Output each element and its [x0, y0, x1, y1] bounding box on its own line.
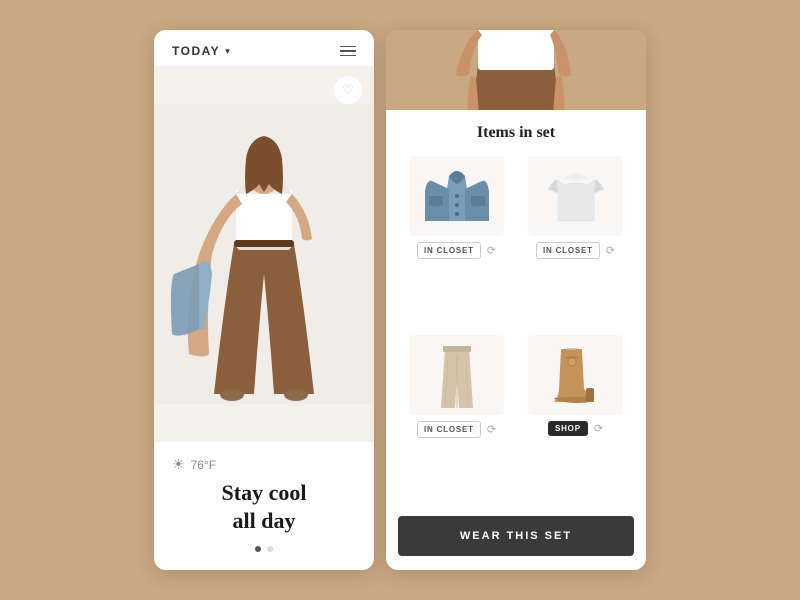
weather-icon: ☀ — [172, 456, 185, 473]
item-card-jacket: IN CLOSET ⟳ — [402, 156, 511, 325]
left-panel: TODAY ▾ — [154, 30, 374, 570]
today-section[interactable]: TODAY ▾ — [172, 44, 230, 58]
boots-image — [528, 335, 623, 415]
right-panel: Items in set — [386, 30, 646, 570]
boots-svg — [536, 340, 616, 410]
boots-actions: SHOP ⟳ — [548, 421, 603, 436]
tshirt-actions: IN CLOSET ⟳ — [536, 242, 615, 259]
item-card-boots: SHOP ⟳ — [521, 335, 630, 504]
right-top-image — [386, 30, 646, 110]
dots-row — [172, 546, 356, 552]
tshirt-svg — [536, 161, 616, 231]
boots-swap-icon[interactable]: ⟳ — [594, 422, 603, 435]
dot-1[interactable] — [255, 546, 261, 552]
model-figure — [154, 66, 374, 442]
item-card-tshirt: IN CLOSET ⟳ — [521, 156, 630, 325]
left-header: TODAY ▾ — [154, 30, 374, 66]
tshirt-image — [528, 156, 623, 236]
pants-in-closet-btn[interactable]: IN CLOSET — [417, 421, 481, 438]
jacket-svg — [417, 161, 497, 231]
items-title: Items in set — [402, 124, 630, 142]
weather-row: ☀ 76°F — [172, 456, 356, 473]
jacket-image — [409, 156, 504, 236]
today-arrow: ▾ — [225, 46, 230, 57]
jacket-in-closet-btn[interactable]: IN CLOSET — [417, 242, 481, 259]
item-card-pants: IN CLOSET ⟳ — [402, 335, 511, 504]
pants-swap-icon[interactable]: ⟳ — [487, 423, 496, 436]
tshirt-swap-icon[interactable]: ⟳ — [606, 244, 615, 257]
jacket-swap-icon[interactable]: ⟳ — [487, 244, 496, 257]
boots-shop-btn[interactable]: SHOP — [548, 421, 588, 436]
tshirt-in-closet-btn[interactable]: IN CLOSET — [536, 242, 600, 259]
temperature: 76°F — [191, 458, 216, 472]
top-model-preview — [386, 30, 646, 110]
left-bottom: ☀ 76°F Stay cool all day — [154, 442, 374, 570]
right-content: Items in set — [386, 110, 646, 504]
jacket-actions: IN CLOSET ⟳ — [417, 242, 496, 259]
heart-icon: ♡ — [342, 82, 354, 98]
outfit-title: Stay cool all day — [172, 479, 356, 534]
outfit-image-area: ♡ — [154, 66, 374, 442]
heart-button[interactable]: ♡ — [334, 76, 362, 104]
dot-2[interactable] — [267, 546, 273, 552]
pants-svg — [417, 340, 497, 410]
wear-set-button[interactable]: WEAR THIS SET — [398, 516, 634, 556]
today-label: TODAY — [172, 44, 220, 58]
pants-image — [409, 335, 504, 415]
items-grid: IN CLOSET ⟳ — [402, 156, 630, 504]
pants-actions: IN CLOSET ⟳ — [417, 421, 496, 438]
menu-icon[interactable] — [340, 46, 356, 57]
